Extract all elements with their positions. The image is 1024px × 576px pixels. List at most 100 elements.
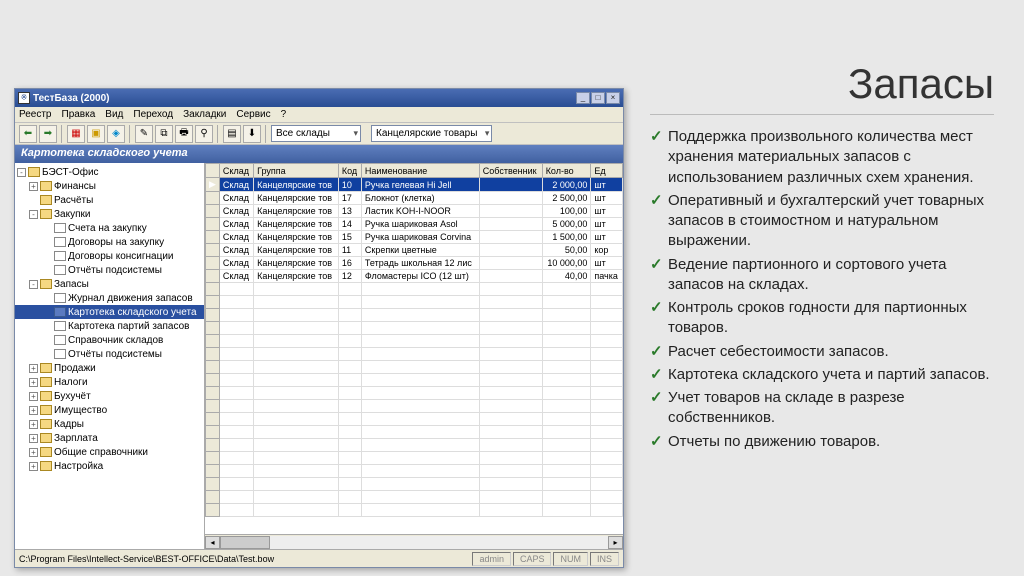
- status-ins: INS: [590, 552, 619, 566]
- export-button[interactable]: ⬇: [243, 125, 261, 143]
- table-row-empty: [206, 296, 623, 309]
- tree-item[interactable]: Журнал движения запасов: [15, 291, 204, 305]
- slide-heading: Запасы: [650, 60, 994, 115]
- tree-expand-icon[interactable]: +: [29, 392, 38, 401]
- column-header[interactable]: Собственник: [479, 164, 542, 178]
- scroll-right-button[interactable]: ▸: [608, 536, 623, 549]
- table-row-empty: [206, 504, 623, 517]
- app-window: ※ ТестБаза (2000) _ □ × Реестр Правка Ви…: [14, 88, 624, 568]
- tree-item-label: Общие справочники: [54, 447, 148, 458]
- tree-expand-icon[interactable]: +: [29, 420, 38, 429]
- edit-button[interactable]: ✎: [135, 125, 153, 143]
- scroll-thumb[interactable]: [220, 536, 270, 549]
- tree-expand-icon[interactable]: +: [29, 462, 38, 471]
- bullet-list: Поддержка произвольного количества мест …: [650, 127, 994, 452]
- folder-icon: [28, 167, 40, 177]
- tree-expand-icon[interactable]: -: [17, 168, 26, 177]
- tree-item[interactable]: + Общие справочники: [15, 445, 204, 459]
- menu-goto[interactable]: Переход: [133, 109, 173, 120]
- column-header[interactable]: Ед: [591, 164, 623, 178]
- table-cell: шт: [591, 178, 623, 192]
- column-header[interactable]: Наименование: [361, 164, 479, 178]
- tree-item[interactable]: Справочник складов: [15, 333, 204, 347]
- tree-item[interactable]: Расчёты: [15, 193, 204, 207]
- tree-item[interactable]: + Продажи: [15, 361, 204, 375]
- tree-expand-icon[interactable]: -: [29, 210, 38, 219]
- tree-expand-icon[interactable]: +: [29, 406, 38, 415]
- tree-item[interactable]: +Бухучёт: [15, 389, 204, 403]
- table-row[interactable]: СкладКанцелярские тов12Фломастеры ICO (1…: [206, 270, 623, 283]
- tree-item[interactable]: -Закупки: [15, 207, 204, 221]
- group-combo[interactable]: Канцелярские товары: [371, 125, 492, 142]
- table-row[interactable]: ▶СкладКанцелярские тов10Ручка гелевая Hi…: [206, 178, 623, 192]
- tree-item-label: Расчёты: [54, 195, 93, 206]
- tree-item[interactable]: Отчёты подсистемы: [15, 263, 204, 277]
- tree-expand-icon[interactable]: -: [29, 280, 38, 289]
- tree-item[interactable]: Договоры на закупку: [15, 235, 204, 249]
- slide-text: Запасы Поддержка произвольного количеств…: [630, 0, 1024, 576]
- table-row-empty: [206, 478, 623, 491]
- props-button[interactable]: ◈: [107, 125, 125, 143]
- tree-item[interactable]: Договоры консигнации: [15, 249, 204, 263]
- tree-item[interactable]: Картотека партий запасов: [15, 319, 204, 333]
- menu-view[interactable]: Вид: [105, 109, 123, 120]
- close-button[interactable]: ×: [606, 92, 620, 104]
- tree-item-label: Продажи: [54, 363, 96, 374]
- find-button[interactable]: ⚲: [195, 125, 213, 143]
- tree-item[interactable]: +Финансы: [15, 179, 204, 193]
- table-row[interactable]: СкладКанцелярские тов11Скрепки цветные50…: [206, 244, 623, 257]
- tree-item[interactable]: Картотека складского учета: [15, 305, 204, 319]
- page-icon: [54, 307, 66, 317]
- tree-item[interactable]: -БЭСТ-Офис: [15, 165, 204, 179]
- data-grid[interactable]: СкладГруппаКодНаименованиеСобственникКол…: [205, 163, 623, 534]
- column-header[interactable]: Кол-во: [542, 164, 591, 178]
- tree-expand-icon[interactable]: +: [29, 434, 38, 443]
- print-button[interactable]: 🖶: [175, 125, 193, 143]
- tree-item[interactable]: Счета на закупку: [15, 221, 204, 235]
- tree-item[interactable]: +Имущество: [15, 403, 204, 417]
- maximize-button[interactable]: □: [591, 92, 605, 104]
- table-cell: [479, 270, 542, 283]
- back-button[interactable]: ⬅: [19, 125, 37, 143]
- column-header[interactable]: Склад: [219, 164, 253, 178]
- tree-expand-icon[interactable]: +: [29, 448, 38, 457]
- table-cell: 40,00: [542, 270, 591, 283]
- warehouse-combo[interactable]: Все склады: [271, 125, 361, 142]
- minimize-button[interactable]: _: [576, 92, 590, 104]
- scroll-track[interactable]: [270, 536, 608, 549]
- filter-button[interactable]: ▤: [223, 125, 241, 143]
- table-row[interactable]: СкладКанцелярские тов15Ручка шариковая C…: [206, 231, 623, 244]
- menu-help[interactable]: ?: [281, 109, 287, 120]
- column-header[interactable]: Группа: [254, 164, 339, 178]
- table-row[interactable]: СкладКанцелярские тов16Тетрадь школьная …: [206, 257, 623, 270]
- new-button[interactable]: ▦: [67, 125, 85, 143]
- table-row[interactable]: СкладКанцелярские тов14Ручка шариковая A…: [206, 218, 623, 231]
- tree-expand-icon[interactable]: +: [29, 364, 38, 373]
- forward-button[interactable]: ➡: [39, 125, 57, 143]
- menu-registry[interactable]: Реестр: [19, 109, 52, 120]
- table-row-empty: [206, 322, 623, 335]
- menu-service[interactable]: Сервис: [236, 109, 270, 120]
- nav-tree[interactable]: -БЭСТ-Офис+Финансы Расчёты-ЗакупкиСчета н…: [15, 163, 205, 549]
- menu-edit[interactable]: Правка: [62, 109, 96, 120]
- tree-item[interactable]: +Настройка: [15, 459, 204, 473]
- tree-item[interactable]: +Зарплата: [15, 431, 204, 445]
- menu-bookmarks[interactable]: Закладки: [183, 109, 226, 120]
- copy-button[interactable]: ⧉: [155, 125, 173, 143]
- horizontal-scrollbar[interactable]: ◂ ▸: [205, 534, 623, 549]
- tree-item[interactable]: -Запасы: [15, 277, 204, 291]
- bullet-item: Картотека складского учета и партий запа…: [650, 365, 994, 385]
- tree-expand-icon[interactable]: +: [29, 182, 38, 191]
- tree-item[interactable]: Отчёты подсистемы: [15, 347, 204, 361]
- tree-item[interactable]: +Кадры: [15, 417, 204, 431]
- table-cell: 2 000,00: [542, 178, 591, 192]
- table-cell: шт: [591, 257, 623, 270]
- column-header[interactable]: Код: [338, 164, 361, 178]
- tree-expand-icon[interactable]: +: [29, 378, 38, 387]
- page-icon: [54, 293, 66, 303]
- tree-item[interactable]: +Налоги: [15, 375, 204, 389]
- scroll-left-button[interactable]: ◂: [205, 536, 220, 549]
- table-row[interactable]: СкладКанцелярские тов17Блокнот (клетка)2…: [206, 192, 623, 205]
- open-button[interactable]: ▣: [87, 125, 105, 143]
- table-row[interactable]: СкладКанцелярские тов13Ластик KOH-I-NOOR…: [206, 205, 623, 218]
